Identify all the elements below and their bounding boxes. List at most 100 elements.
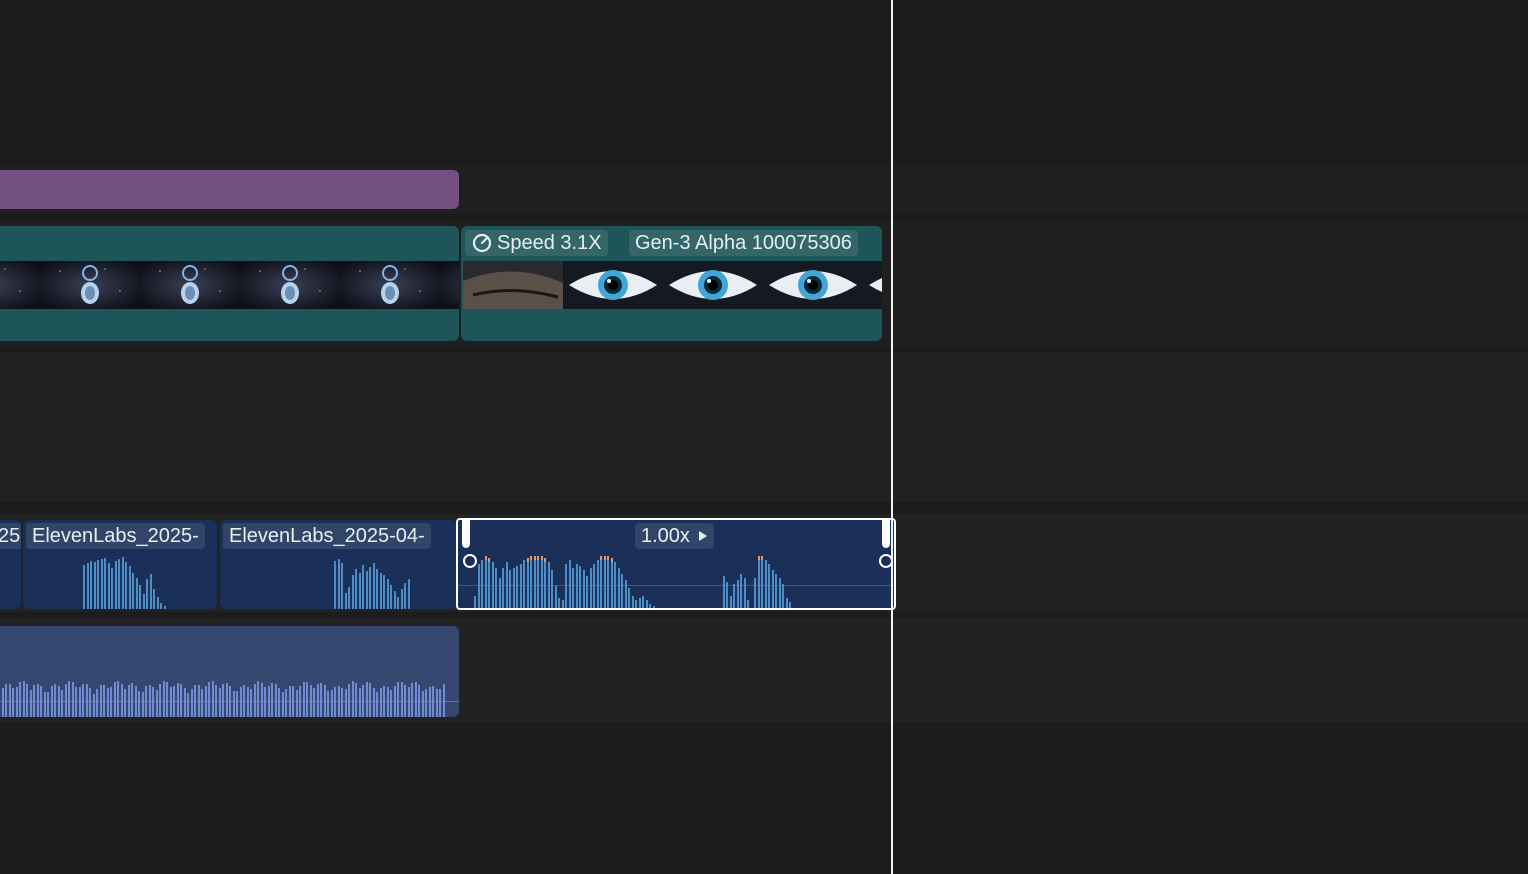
waveform-bar — [96, 689, 98, 717]
waveform-bar — [260, 683, 263, 717]
title-clip[interactable] — [0, 170, 459, 209]
waveform-bar — [355, 683, 357, 717]
waveform-bar — [218, 688, 221, 717]
waveform-bar — [421, 691, 424, 717]
waveform-bar — [365, 682, 368, 717]
selected-audio-clip[interactable]: 1.00x — [456, 518, 896, 610]
waveform-bar — [124, 689, 126, 717]
waveform-bar — [75, 687, 77, 717]
waveform-bar — [271, 683, 273, 717]
clip-speed-label: 1.00x — [641, 525, 690, 547]
waveform-bar — [376, 692, 378, 717]
music-clip[interactable] — [0, 626, 459, 717]
video-clip-b[interactable]: Speed 3.1X Gen-3 Alpha 100075306 — [461, 226, 882, 341]
waveform-bar — [383, 686, 385, 717]
waveform-bar — [530, 556, 532, 608]
waveform-bar — [1, 688, 4, 717]
waveform-bar — [176, 683, 179, 717]
waveform-bar — [523, 560, 525, 608]
clip-speed-badge[interactable]: 1.00x — [635, 523, 714, 549]
waveform-bar — [358, 573, 361, 609]
waveform-bar — [131, 683, 133, 717]
trim-handle-left[interactable] — [462, 520, 470, 548]
audio-clip-2[interactable]: ElevenLabs_2025-04- — [220, 520, 457, 609]
waveform-bar — [603, 556, 606, 608]
waveform-bar — [596, 560, 599, 608]
audio-clip-1[interactable]: ElevenLabs_2025- — [23, 520, 217, 609]
waveform-bar — [5, 684, 7, 717]
waveform-bar — [292, 686, 294, 717]
waveform-bar — [743, 578, 746, 608]
video-thumbnail — [563, 261, 663, 309]
waveform-bar — [156, 597, 159, 609]
waveform-bar — [257, 681, 259, 717]
waveform-bar — [533, 556, 536, 608]
waveform-bar — [163, 606, 166, 609]
waveform-bar — [778, 578, 781, 608]
waveform-bar — [582, 570, 585, 608]
video-thumbnail — [340, 261, 440, 309]
waveform-bar — [505, 562, 508, 608]
waveform-bar — [90, 561, 92, 609]
waveform-bar — [187, 693, 189, 717]
speedometer-icon — [469, 230, 495, 256]
audio-clip-label: ElevenLabs_2025- — [26, 523, 205, 549]
video-thumbnail — [40, 261, 140, 309]
waveform-bar — [425, 689, 427, 717]
waveform-bar — [628, 588, 630, 608]
waveform-bar — [197, 685, 200, 717]
waveform-bar — [362, 565, 364, 609]
waveform-bar — [488, 558, 490, 608]
keyframe-handle-icon[interactable] — [463, 554, 477, 568]
waveform-bar — [26, 684, 28, 717]
waveform-bar — [68, 681, 70, 717]
waveform-bar — [316, 684, 319, 717]
waveform-bar — [106, 688, 109, 717]
waveform-bar — [135, 578, 138, 609]
waveform-bar — [638, 598, 641, 608]
waveform-bar — [442, 684, 445, 717]
waveform-bar — [127, 685, 130, 717]
video-thumbnail — [663, 261, 763, 309]
speed-badge-label: Speed 3.1X — [497, 232, 602, 254]
waveform-bar — [407, 687, 410, 717]
waveform-bar — [386, 687, 389, 717]
waveform-bar — [722, 576, 725, 608]
waveform-bar — [740, 574, 742, 608]
waveform-bar — [71, 682, 74, 717]
waveform-bar — [320, 683, 322, 717]
waveform-bar — [330, 690, 333, 717]
waveform-bar — [83, 565, 85, 609]
waveform-bar — [100, 559, 103, 609]
waveform-bar — [236, 691, 238, 717]
waveform-bar — [642, 596, 644, 608]
waveform-bar — [771, 570, 774, 608]
video-thumbnail — [463, 261, 563, 309]
waveform-bar — [481, 560, 483, 608]
playhead[interactable] — [891, 0, 893, 874]
waveform-bar — [554, 586, 557, 608]
waveform-bar — [78, 687, 81, 717]
waveform-bar — [491, 562, 494, 608]
audio-clip-0[interactable]: 25- — [0, 520, 21, 609]
waveform-bar — [568, 560, 571, 608]
waveform-bar — [565, 564, 567, 608]
waveform-bar — [344, 689, 347, 717]
waveform-bar — [239, 687, 242, 717]
waveform-bar — [166, 682, 168, 717]
waveform-bar — [33, 685, 35, 717]
waveform-bar — [57, 686, 60, 717]
waveform-bar — [757, 556, 760, 608]
waveform-bar — [306, 682, 308, 717]
waveform-bar — [789, 602, 791, 608]
video-thumbnail — [440, 261, 459, 309]
waveform-bar — [484, 556, 487, 608]
video-clip-a[interactable] — [0, 226, 459, 341]
waveform-bar — [537, 556, 539, 608]
waveform-bar — [390, 585, 392, 609]
waveform-bar — [111, 568, 113, 609]
video-clip-b-thumbnails — [463, 261, 882, 309]
trim-handle-right[interactable] — [882, 520, 890, 548]
waveform-bar — [617, 568, 620, 608]
waveform-bar — [428, 687, 431, 717]
